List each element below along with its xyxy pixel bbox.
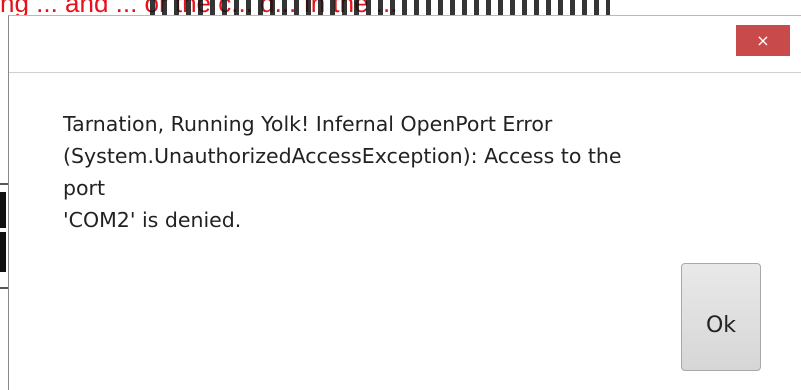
background-glyph-fragment — [0, 232, 6, 272]
ok-button-label: Ok — [705, 312, 737, 338]
background-glyph-fragment — [0, 192, 6, 228]
close-icon: × — [756, 31, 770, 50]
background-divider — [0, 183, 8, 185]
background-divider — [0, 287, 8, 289]
error-dialog: × Tarnation, Running Yolk! Infernal Open… — [8, 15, 801, 390]
dialog-titlebar: × — [9, 16, 801, 73]
error-message-line: Tarnation, Running Yolk! Infernal OpenPo… — [63, 112, 553, 136]
error-message: Tarnation, Running Yolk! Infernal OpenPo… — [63, 108, 663, 236]
screen: ng ... and ... or the c... d... In the .… — [0, 0, 801, 390]
close-button[interactable]: × — [736, 25, 790, 56]
error-message-line: 'COM2' is denied. — [63, 208, 242, 232]
ok-button[interactable]: Ok — [681, 263, 761, 371]
error-message-line: (System.UnauthorizedAccessException): Ac… — [63, 144, 622, 200]
